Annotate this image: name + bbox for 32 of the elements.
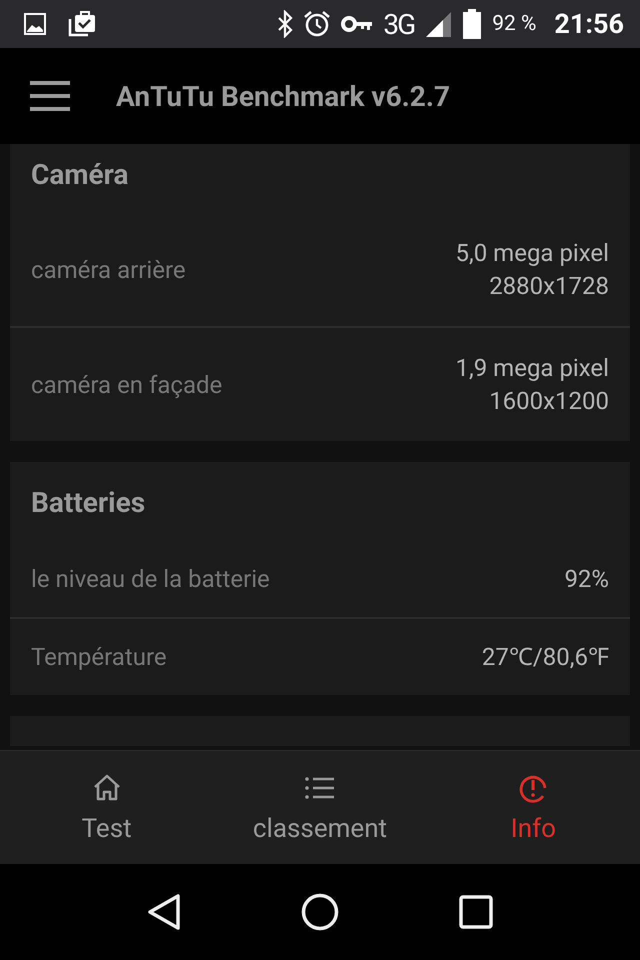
circle-icon xyxy=(301,893,339,931)
image-icon xyxy=(24,13,46,35)
back-button[interactable] xyxy=(147,893,181,931)
app-title: AnTuTu Benchmark v6.2.7 xyxy=(116,80,450,112)
battery-percentage: 92 % xyxy=(492,12,536,36)
home-button[interactable] xyxy=(301,893,339,931)
square-icon xyxy=(459,895,493,929)
signal-icon xyxy=(424,10,452,38)
row-label: Température xyxy=(31,643,167,671)
alarm-clock-icon xyxy=(303,10,332,38)
menu-icon xyxy=(29,80,71,112)
back-icon xyxy=(147,893,181,931)
nav-tab[interactable]: classement xyxy=(213,751,427,864)
section-title: Batteries xyxy=(30,485,146,521)
recents-button[interactable] xyxy=(459,895,493,929)
row-label: le niveau de la batterie xyxy=(31,565,270,593)
row-value: 27℃/80,6℉ xyxy=(482,642,609,672)
network-type-label: 3G xyxy=(383,8,414,40)
row-value: 1,9 mega pixel 1600x1200 xyxy=(456,352,609,416)
row-label: caméra arrière xyxy=(31,256,186,284)
key-icon xyxy=(341,15,374,33)
clipboard-check-icon xyxy=(68,11,96,37)
nav-tab[interactable]: Test xyxy=(0,751,214,864)
section-title: Caméra xyxy=(30,157,130,193)
nav-tab[interactable]: Info xyxy=(426,751,640,864)
row-label: caméra en façade xyxy=(31,370,222,398)
row-value: 92% xyxy=(564,564,609,594)
battery-icon xyxy=(462,9,482,39)
clock-time: 21:56 xyxy=(554,8,624,40)
bluetooth-icon xyxy=(277,10,294,38)
row-value: 5,0 mega pixel 2880x1728 xyxy=(456,238,609,302)
menu-button[interactable] xyxy=(29,80,71,112)
